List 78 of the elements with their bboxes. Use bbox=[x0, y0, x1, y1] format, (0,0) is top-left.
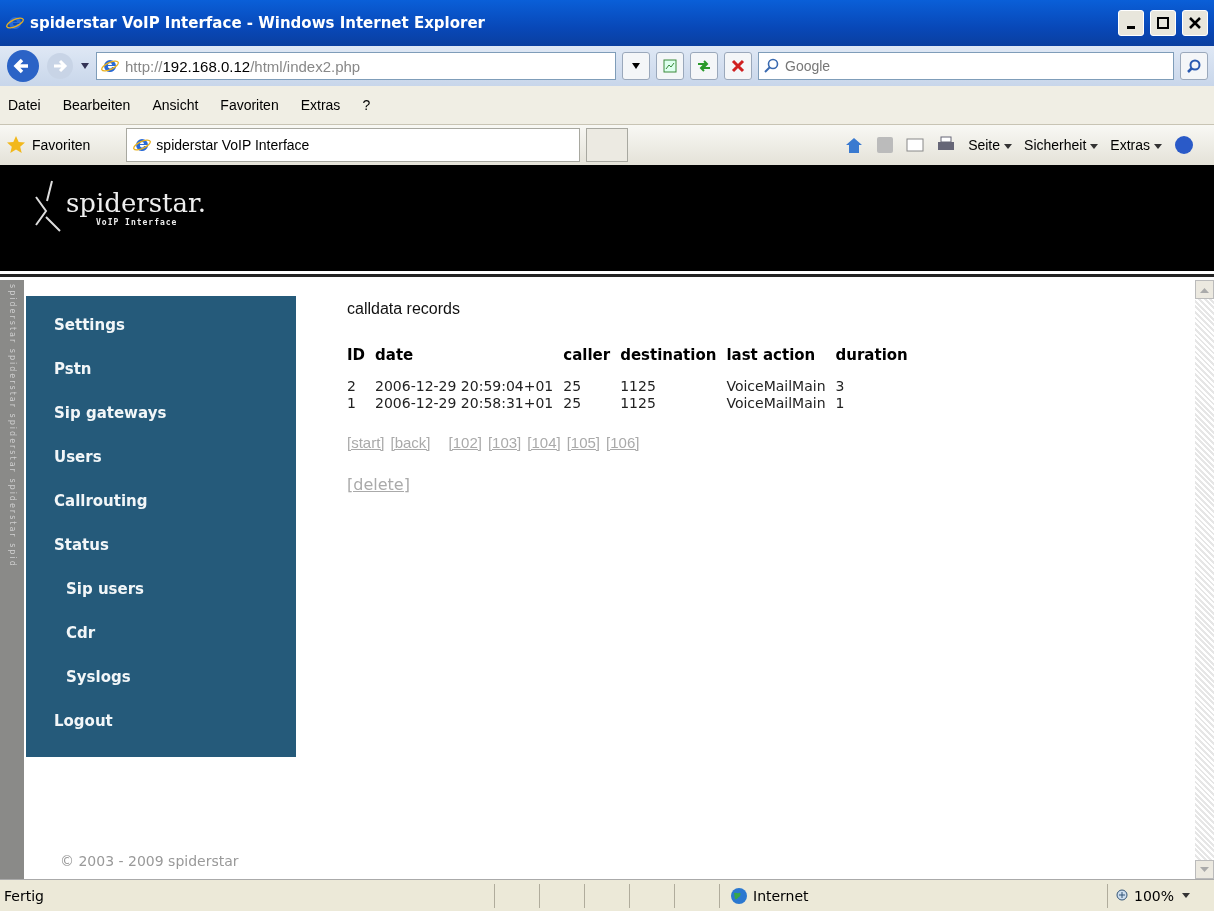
table-cell-text: VoiceMailMain bbox=[725, 378, 827, 395]
address-field[interactable]: http://192.168.0.12/html/index2.php bbox=[96, 52, 616, 80]
table-cell-text: 25 bbox=[562, 395, 583, 412]
refresh-icon bbox=[696, 58, 712, 74]
browser-tab[interactable]: spiderstar VoIP Interface bbox=[126, 128, 581, 162]
refresh-button[interactable] bbox=[690, 52, 718, 80]
nav-link[interactable]: Pstn bbox=[54, 360, 296, 404]
table-cell-text: 3 bbox=[834, 378, 846, 395]
table-cell-text: 2 bbox=[346, 378, 357, 395]
nav-link[interactable]: Sip users bbox=[54, 580, 296, 624]
table-cell-text: 1125 bbox=[619, 378, 657, 395]
column-header: duration bbox=[834, 346, 909, 366]
column-header: date bbox=[374, 346, 415, 366]
search-field[interactable]: Google bbox=[758, 52, 1174, 80]
zoom-control[interactable]: 100% bbox=[1106, 883, 1214, 908]
back-button[interactable] bbox=[6, 49, 40, 83]
favorites-button[interactable]: Favoriten bbox=[6, 135, 101, 155]
menu-item[interactable]: Favoriten bbox=[220, 97, 279, 113]
star-icon bbox=[6, 135, 26, 155]
nav-link[interactable]: Callrouting bbox=[54, 492, 296, 536]
dropdown-button[interactable] bbox=[622, 52, 650, 80]
page-icon bbox=[101, 57, 119, 75]
zone-label: Internet bbox=[753, 887, 809, 904]
nav-link[interactable]: Status bbox=[54, 536, 296, 580]
globe-icon bbox=[730, 886, 748, 905]
maximize-button[interactable] bbox=[1150, 10, 1176, 36]
nav-link[interactable]: Syslogs bbox=[54, 668, 296, 712]
column-header: caller bbox=[562, 346, 612, 366]
column-header: destination bbox=[619, 346, 718, 366]
chart-icon bbox=[662, 58, 678, 74]
caret-icon bbox=[1182, 892, 1190, 899]
search-icon bbox=[1186, 58, 1202, 74]
logo-text: spiderstar. bbox=[66, 187, 206, 218]
strip-text: spiderstar spiderstar spiderstar spiderstar spid bbox=[7, 283, 17, 570]
menu-item[interactable]: Extras bbox=[300, 97, 341, 113]
menu-item[interactable]: Datei bbox=[8, 97, 41, 113]
logo-subtitle: VoIP Interface bbox=[96, 217, 178, 227]
page-title: calldata records bbox=[347, 300, 461, 318]
search-button[interactable] bbox=[1180, 52, 1208, 80]
history-dropdown-icon[interactable] bbox=[80, 62, 90, 70]
caret-icon bbox=[631, 62, 641, 70]
column-header: last action bbox=[725, 346, 817, 366]
page-icon bbox=[133, 136, 152, 154]
search-icon bbox=[763, 58, 779, 74]
menu-item[interactable]: ? bbox=[362, 97, 371, 113]
nav-link[interactable]: Users bbox=[54, 448, 296, 492]
nav-link[interactable]: Settings bbox=[54, 316, 296, 360]
caret-icon bbox=[1090, 144, 1099, 150]
table-cell-text: 1125 bbox=[619, 395, 657, 412]
browser-logo-icon bbox=[6, 14, 24, 32]
table-cell-text: 2006-12-29 20:59:04+01 bbox=[374, 378, 555, 395]
minimize-button[interactable] bbox=[1118, 10, 1144, 36]
nav-link[interactable]: Cdr bbox=[54, 624, 296, 668]
status-text: Fertig bbox=[3, 887, 45, 904]
table-cell-text: 25 bbox=[562, 378, 583, 395]
menu-item[interactable]: Bearbeiten bbox=[62, 97, 131, 113]
caret-icon bbox=[1004, 144, 1013, 150]
table-cell-text: 1 bbox=[346, 395, 357, 412]
nav-link[interactable]: Logout bbox=[54, 712, 296, 756]
nav-link[interactable]: Sip gateways bbox=[54, 404, 296, 448]
table-cell-text: VoiceMailMain bbox=[725, 395, 827, 412]
toolbar-menu[interactable]: Seite bbox=[968, 137, 1013, 153]
stop-icon bbox=[731, 59, 745, 73]
close-icon bbox=[1189, 17, 1201, 29]
copyright: © 2003 - 2009 spiderstar bbox=[59, 853, 240, 869]
toolbar-menu[interactable]: Extras bbox=[1110, 137, 1162, 153]
column-header: ID bbox=[346, 346, 367, 366]
toolbar-menu[interactable]: Sicherheit bbox=[1024, 137, 1099, 153]
close-button[interactable] bbox=[1182, 10, 1208, 36]
table-cell-text: 1 bbox=[834, 395, 846, 412]
caret-icon bbox=[1154, 144, 1162, 150]
zoom-icon bbox=[1115, 888, 1130, 903]
stop-button[interactable] bbox=[724, 52, 752, 80]
maximize-icon bbox=[1157, 17, 1169, 29]
minimize-icon bbox=[1127, 25, 1135, 29]
menu-item[interactable]: Ansicht bbox=[152, 97, 199, 113]
table-cell-text: 2006-12-29 20:58:31+01 bbox=[374, 395, 555, 412]
window-title: spiderstar VoIP Interface - Windows Internet Explorer bbox=[30, 14, 486, 32]
